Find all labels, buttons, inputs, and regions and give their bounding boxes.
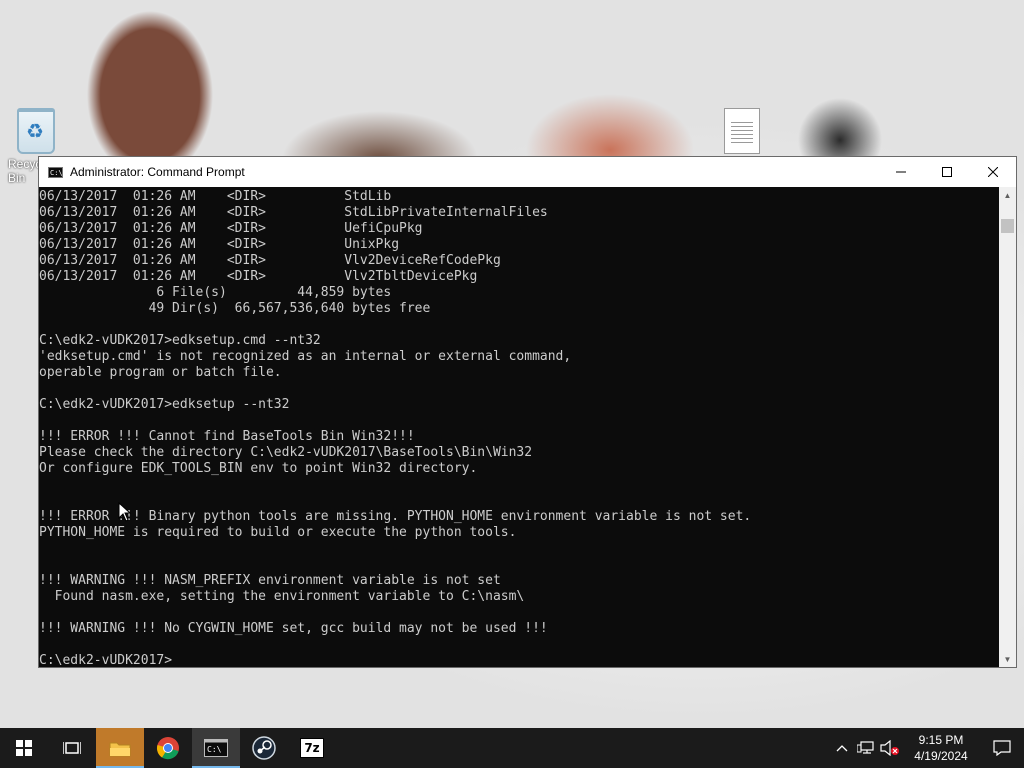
window-title: Administrator: Command Prompt: [70, 165, 245, 179]
mouse-cursor-icon: [118, 502, 132, 522]
maximize-icon: [942, 167, 952, 177]
maximize-button[interactable]: [924, 157, 970, 187]
console-line: !!! WARNING !!! No CYGWIN_HOME set, gcc …: [39, 621, 548, 636]
console-line: Or configure EDK_TOOLS_BIN env to point …: [39, 461, 478, 476]
7zip-icon: 7z: [300, 738, 324, 758]
task-view-button[interactable]: [48, 728, 96, 768]
console-line: 49 Dir(s) 66,567,536,640 bytes free: [39, 301, 431, 316]
chrome-button[interactable]: [144, 728, 192, 768]
file-explorer-button[interactable]: [96, 728, 144, 768]
console-line: 06/13/2017 01:26 AM <DIR> Vlv2DeviceRefC…: [39, 253, 501, 268]
file-explorer-icon: [109, 742, 131, 757]
console-line: PYTHON_HOME is required to build or exec…: [39, 525, 517, 540]
console-text: 06/13/2017 01:26 AM <DIR> StdLib 06/13/20…: [39, 189, 999, 667]
steam-icon: [252, 736, 276, 760]
window-controls: [878, 157, 1016, 187]
chevron-up-icon: [836, 745, 848, 752]
console-line: 06/13/2017 01:26 AM <DIR> StdLibPrivateI…: [39, 205, 548, 220]
console-line: 06/13/2017 01:26 AM <DIR> Vlv2TbltDevice…: [39, 269, 478, 284]
svg-text:C:\: C:\: [207, 745, 222, 754]
console-line: 06/13/2017 01:26 AM <DIR> UefiCpuPkg: [39, 221, 423, 236]
console-line: C:\edk2-vUDK2017>edksetup --nt32: [39, 397, 290, 412]
scroll-up-arrow-icon[interactable]: ▲: [999, 187, 1016, 203]
clock-time: 9:15 PM: [918, 733, 964, 747]
close-icon: [988, 167, 998, 177]
network-icon: [857, 741, 874, 754]
action-center-button[interactable]: [980, 728, 1024, 768]
window-titlebar[interactable]: C:\ Administrator: Command Prompt: [39, 157, 1016, 187]
command-prompt-window: C:\ Administrator: Command Prompt 06/13/…: [38, 156, 1017, 668]
chrome-icon: [156, 737, 179, 760]
clock[interactable]: 9:15 PM 4/19/2024: [902, 732, 980, 764]
start-button[interactable]: [0, 728, 48, 768]
console-line: 06/13/2017 01:26 AM <DIR> UnixPkg: [39, 237, 400, 252]
taskbar: C:\ 7z 9:15 PM 4/19/2024: [0, 728, 1024, 768]
console-line: C:\edk2-vUDK2017>: [39, 653, 173, 667]
console-line: !!! ERROR !!! Binary python tools are mi…: [39, 509, 752, 524]
vertical-scrollbar[interactable]: ▲ ▼: [999, 187, 1016, 667]
notification-icon: [993, 740, 1011, 756]
network-button[interactable]: [854, 728, 878, 768]
minimize-button[interactable]: [878, 157, 924, 187]
console-line: 'edksetup.cmd' is not recognized as an i…: [39, 349, 572, 364]
scroll-thumb[interactable]: [1001, 219, 1014, 233]
system-tray: 9:15 PM 4/19/2024: [830, 728, 1024, 768]
show-hidden-icons-button[interactable]: [830, 728, 854, 768]
console-line: 06/13/2017 01:26 AM <DIR> StdLib: [39, 189, 392, 204]
steam-button[interactable]: [240, 728, 288, 768]
console-line: C:\edk2-vUDK2017>edksetup.cmd --nt32: [39, 333, 321, 348]
console-line: Please check the directory C:\edk2-vUDK2…: [39, 445, 533, 460]
text-file-desktop-icon[interactable]: [724, 108, 760, 154]
volume-button[interactable]: [878, 728, 902, 768]
command-prompt-icon: C:\: [204, 739, 228, 757]
7zip-icon-label: 7z: [304, 741, 320, 755]
console-line: operable program or batch file.: [39, 365, 282, 380]
console-line: !!! ERROR !!! Cannot find BaseTools Bin …: [39, 429, 415, 444]
7zip-button[interactable]: 7z: [288, 728, 336, 768]
windows-logo-icon: [16, 740, 32, 756]
task-view-icon: [63, 742, 81, 754]
console-line: !!! WARNING !!! NASM_PREFIX environment …: [39, 573, 501, 588]
recycle-bin-icon: [17, 108, 55, 154]
command-prompt-taskbar-button[interactable]: C:\: [192, 728, 240, 768]
close-button[interactable]: [970, 157, 1016, 187]
scroll-down-arrow-icon[interactable]: ▼: [999, 651, 1016, 667]
console-output[interactable]: 06/13/2017 01:26 AM <DIR> StdLib 06/13/20…: [39, 187, 999, 667]
cmd-app-icon: C:\: [48, 166, 63, 178]
minimize-icon: [896, 171, 906, 173]
console-line: 6 File(s) 44,859 bytes: [39, 285, 392, 300]
console-line: Found nasm.exe, setting the environment …: [39, 589, 525, 604]
volume-muted-icon: [880, 740, 899, 756]
clock-date: 4/19/2024: [914, 749, 968, 763]
